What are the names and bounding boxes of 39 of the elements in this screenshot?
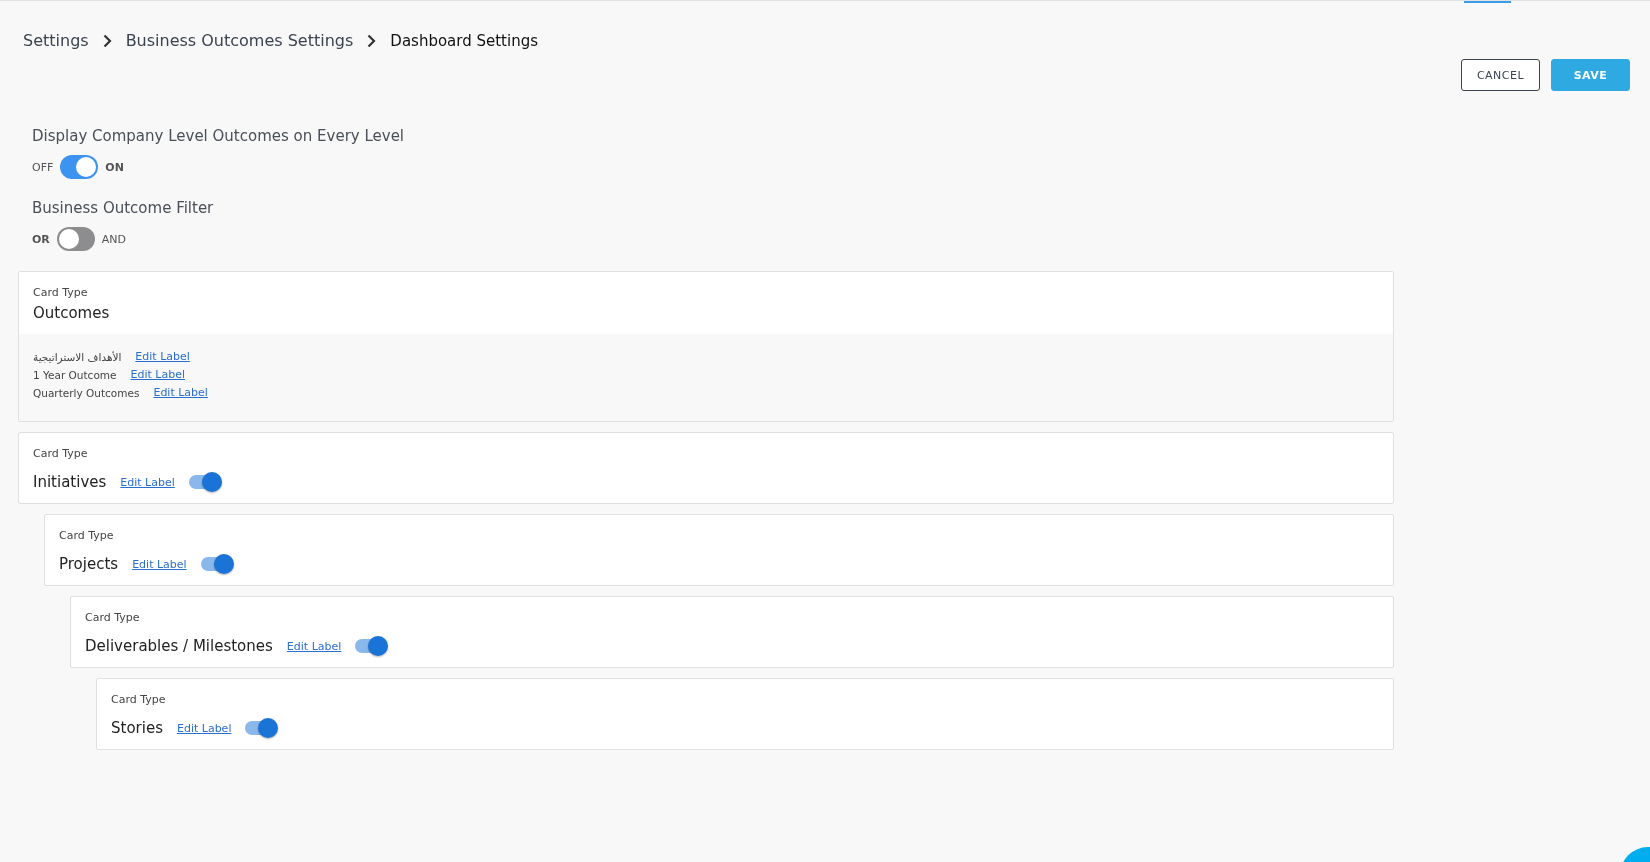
card-type-caption: Card Type: [33, 286, 89, 299]
chevron-right-icon: [367, 33, 377, 48]
edit-label-link[interactable]: Edit Label: [132, 557, 187, 571]
level-name: 1 Year Outcome: [33, 368, 117, 381]
setting-title: Business Outcome Filter: [32, 199, 215, 217]
level-name: الأهداف الاستراتيجية: [33, 350, 122, 363]
toggle-switch[interactable]: [60, 155, 99, 179]
card-type-caption: Card Type: [59, 529, 115, 542]
card-type-title: Initiatives: [33, 473, 107, 491]
card-type-caption: Card Type: [85, 611, 141, 624]
edit-label-link[interactable]: Edit Label: [176, 721, 232, 735]
toggle-off-label: OR: [32, 232, 50, 246]
level-name: Quarterly Outcomes: [33, 386, 140, 399]
chevron-right-icon: [102, 33, 112, 48]
setting-title: Display Company Level Outcomes on Every Level: [32, 127, 406, 145]
cancel-button[interactable]: CANCEL: [1461, 59, 1540, 91]
breadcrumb-link[interactable]: Business Outcomes Settings: [125, 31, 354, 50]
card-type-title: Projects: [59, 555, 119, 573]
toggle-off-label: OFF: [32, 160, 54, 174]
toggle-switch[interactable]: [355, 639, 388, 653]
card-type-title: Outcomes: [33, 304, 111, 322]
card-type-title: Deliverables / Milestones: [85, 637, 273, 655]
toggle-switch[interactable]: [56, 227, 95, 251]
toggle-switch[interactable]: [200, 557, 233, 571]
save-button[interactable]: SAVE: [1551, 59, 1630, 91]
toggle-on-label: AND: [101, 232, 127, 246]
edit-label-link[interactable]: Edit Label: [135, 350, 190, 363]
card-type-caption: Card Type: [33, 447, 89, 460]
edit-label-link[interactable]: Edit Label: [120, 475, 175, 489]
card-type-title: Stories: [111, 719, 163, 737]
card-type-caption: Card Type: [111, 693, 167, 706]
breadcrumb-link[interactable]: Settings: [23, 31, 89, 50]
edit-label-link[interactable]: Edit Label: [130, 368, 185, 381]
edit-label-link[interactable]: Edit Label: [153, 386, 208, 399]
toggle-switch[interactable]: [245, 721, 278, 735]
toggle-on-label: ON: [105, 160, 124, 174]
edit-label-link[interactable]: Edit Label: [286, 639, 342, 653]
breadcrumb-current: Dashboard Settings: [390, 31, 538, 50]
toggle-switch[interactable]: [188, 475, 221, 489]
